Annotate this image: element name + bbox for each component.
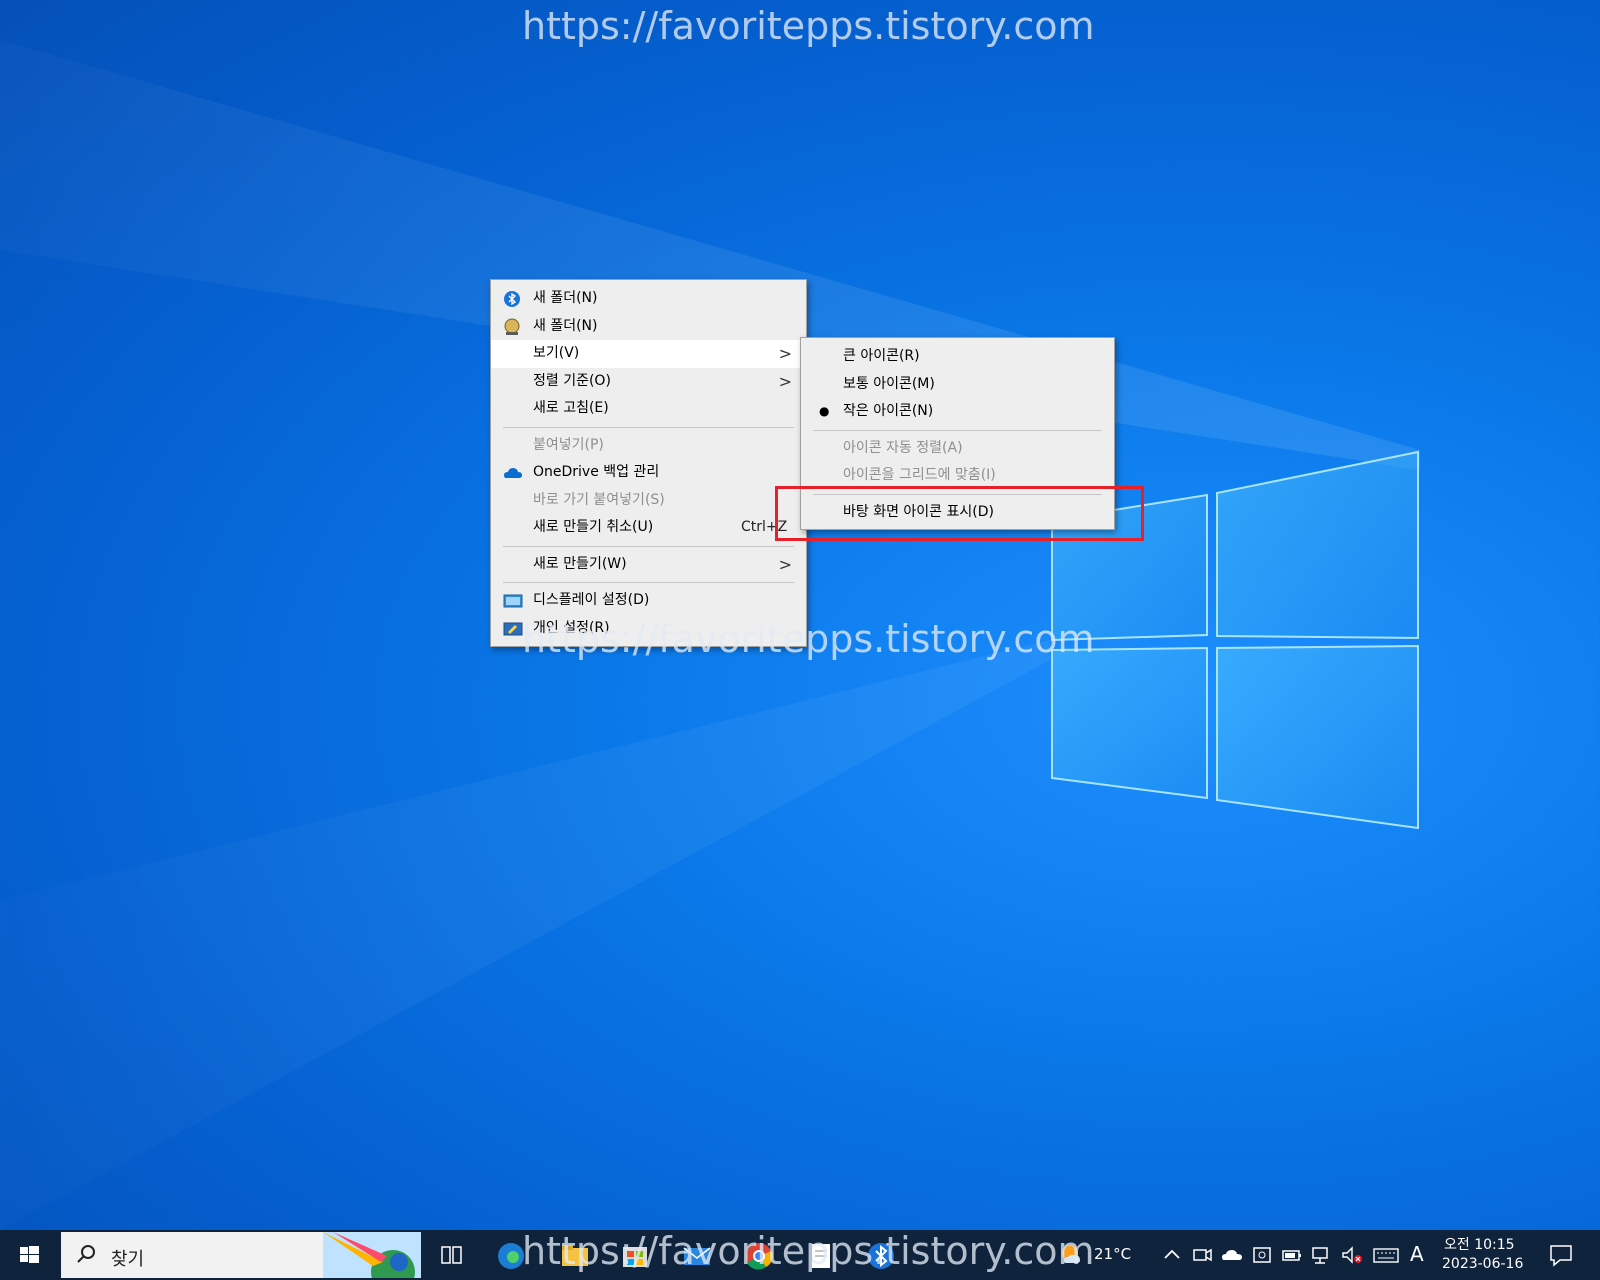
menu-item-label: 새로 고침(E): [533, 400, 609, 416]
menu-item-label: 새 폴더(N): [533, 317, 598, 334]
menu-item-undo-new[interactable]: 새로 만들기 취소(U) Ctrl+Z: [491, 514, 806, 542]
taskbar-search-box[interactable]: 찾기: [61, 1232, 421, 1280]
start-button[interactable]: [0, 1230, 60, 1280]
menu-item-refresh[interactable]: 새로 고침(E): [491, 395, 806, 423]
menu-item-sort-by[interactable]: 정렬 기준(O) >: [491, 368, 806, 396]
submenu-item-show-desktop-icons[interactable]: 바탕 화면 아이콘 표시(D): [801, 499, 1114, 527]
menu-item-label: 보기(V): [533, 345, 580, 361]
menu-separator: [813, 493, 1102, 495]
menu-item-shortcut: Ctrl+Z: [741, 519, 788, 535]
chevron-right-icon: >: [778, 371, 792, 391]
menu-item-paste-shortcut[interactable]: 바로 가기 붙여넣기(S): [491, 487, 806, 515]
menu-item-label: 정렬 기준(O): [533, 372, 611, 389]
security-icon[interactable]: [1250, 1243, 1278, 1271]
view-submenu: 큰 아이콘(R) 보통 아이콘(M) ● 작은 아이콘(N) 아이콘 자동 정렬…: [800, 337, 1115, 530]
bluetooth-app-icon: [503, 290, 521, 308]
windows-logo-icon: [20, 1246, 39, 1263]
search-label: 찾기: [111, 1249, 145, 1270]
submenu-item-label: 아이콘을 그리드에 맞춤(I): [843, 467, 996, 483]
ime-indicator[interactable]: A: [1410, 1242, 1424, 1266]
search-icon: [75, 1242, 99, 1270]
menu-item-label: 새로 만들기 취소(U): [533, 519, 654, 535]
submenu-item-auto-arrange[interactable]: 아이콘 자동 정렬(A): [801, 435, 1114, 463]
menu-item-onedrive-backup[interactable]: OneDrive 백업 관리: [491, 459, 806, 487]
submenu-item-large-icons[interactable]: 큰 아이콘(R): [801, 343, 1114, 371]
onedrive-cloud-icon: [503, 464, 522, 482]
watermark-text: https://favoritepps.tistory.com: [522, 617, 1095, 661]
search-highlight-image-icon: [323, 1232, 421, 1280]
menu-item-label: 바로 가기 붙여넣기(S): [533, 491, 665, 508]
menu-item-label: 붙여넣기(P): [533, 436, 604, 453]
submenu-item-small-icons[interactable]: ● 작은 아이콘(N): [801, 398, 1114, 426]
task-view-icon[interactable]: [438, 1241, 466, 1269]
meet-now-icon[interactable]: [1190, 1243, 1218, 1271]
selected-bullet-icon: ●: [819, 404, 830, 418]
desktop-context-menu: 새 폴더(N) 새 폴더(N) 보기(V) > 정렬 기준(O) > 새로 고침…: [490, 279, 807, 647]
menu-item-view[interactable]: 보기(V) >: [491, 340, 806, 368]
watermark-text: https://favoritepps.tistory.com: [522, 4, 1095, 48]
menu-item-label: 디스플레이 설정(D): [533, 592, 650, 608]
watermark-text: https://favoritepps.tistory.com: [522, 1229, 1095, 1273]
menu-item-label: 새 폴더(N): [533, 290, 598, 306]
submenu-item-align-to-grid[interactable]: 아이콘을 그리드에 맞춤(I): [801, 462, 1114, 490]
menu-item-label: OneDrive 백업 관리: [533, 464, 660, 480]
submenu-item-label: 바탕 화면 아이콘 표시(D): [843, 503, 994, 520]
edge-browser-icon[interactable]: [496, 1241, 524, 1269]
submenu-item-label: 작은 아이콘(N): [843, 403, 934, 419]
menu-separator: [503, 545, 794, 547]
chevron-right-icon: >: [778, 554, 792, 574]
clock-date[interactable]: 2023-06-16: [1442, 1256, 1523, 1272]
onedrive-cloud-icon[interactable]: [1220, 1243, 1248, 1271]
submenu-item-medium-icons[interactable]: 보통 아이콘(M): [801, 371, 1114, 399]
display-settings-icon: [503, 592, 523, 610]
menu-item-new-folder-2[interactable]: 새 폴더(N): [491, 313, 806, 341]
personalize-icon: [503, 620, 523, 638]
menu-separator: [503, 582, 794, 583]
volume-muted-icon[interactable]: [1340, 1243, 1368, 1271]
touch-keyboard-icon[interactable]: [1372, 1243, 1400, 1271]
menu-item-display-settings[interactable]: 디스플레이 설정(D): [491, 587, 806, 615]
menu-item-new[interactable]: 새로 만들기(W) >: [491, 551, 806, 579]
menu-item-label: 새로 만들기(W): [533, 555, 627, 572]
weather-temperature[interactable]: 21°C: [1094, 1245, 1131, 1263]
chevron-right-icon: >: [778, 344, 792, 363]
menu-item-paste[interactable]: 붙여넣기(P): [491, 432, 806, 460]
notification-center-icon[interactable]: [1548, 1242, 1576, 1270]
submenu-item-label: 큰 아이콘(R): [843, 348, 920, 364]
user-app-icon: [503, 318, 521, 336]
submenu-item-label: 아이콘 자동 정렬(A): [843, 439, 963, 456]
submenu-item-label: 보통 아이콘(M): [843, 375, 935, 392]
menu-separator: [503, 426, 794, 428]
network-icon[interactable]: [1310, 1243, 1338, 1271]
battery-icon[interactable]: [1280, 1243, 1308, 1271]
clock-time[interactable]: 오전 10:15: [1444, 1234, 1515, 1254]
menu-separator: [813, 429, 1102, 431]
chevron-up-icon[interactable]: [1160, 1243, 1188, 1271]
menu-item-new-folder-1[interactable]: 새 폴더(N): [491, 285, 806, 313]
